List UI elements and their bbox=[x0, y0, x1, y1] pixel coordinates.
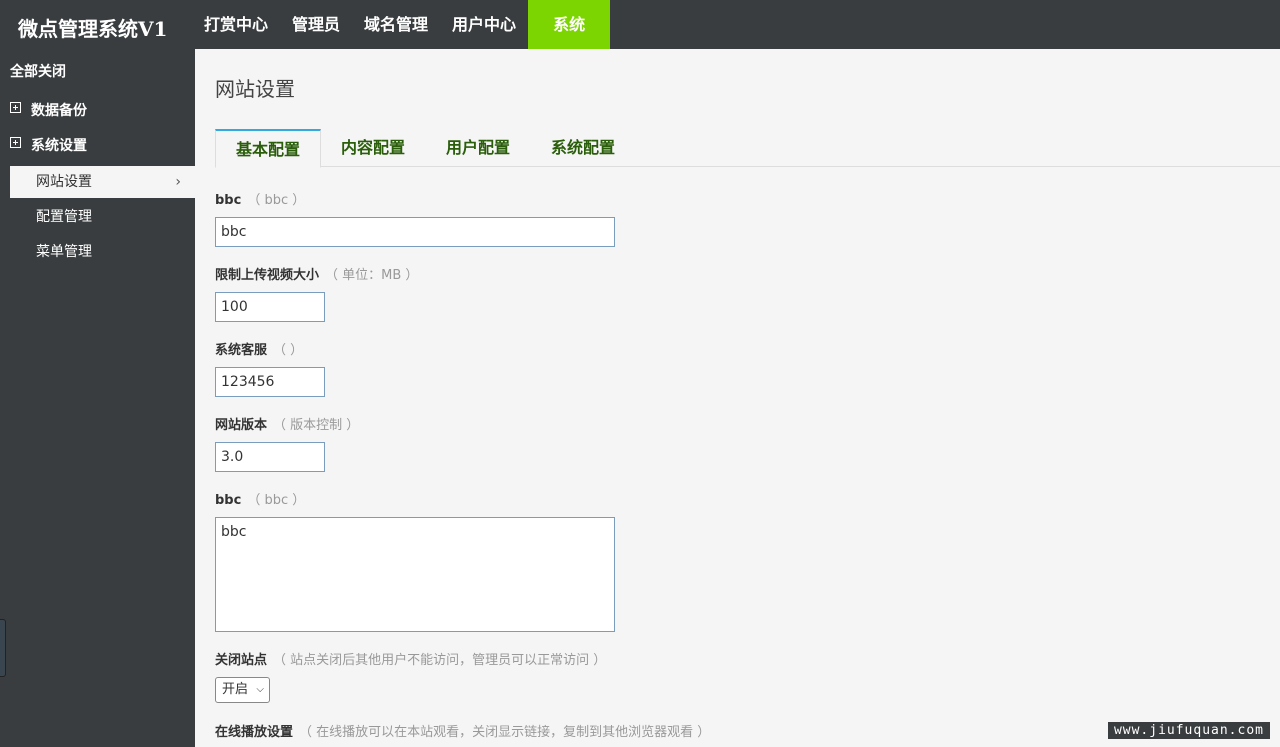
sidebar-item-menu-management[interactable]: 菜单管理 bbox=[10, 236, 195, 268]
sidebar-item-label: 菜单管理 bbox=[36, 244, 92, 260]
field-label-text: bbc bbox=[215, 193, 242, 208]
tab-user-config[interactable]: 用户配置 bbox=[446, 129, 510, 167]
sidebar-item-label: 网站设置 bbox=[36, 174, 92, 190]
nav-item-admins[interactable]: 管理员 bbox=[280, 0, 352, 49]
plus-box-icon bbox=[10, 101, 21, 113]
field-label-customer-service: 系统客服 （ ） bbox=[215, 339, 303, 358]
tab-basic-config[interactable]: 基本配置 bbox=[215, 129, 322, 168]
field-hint: （ bbc ） bbox=[247, 193, 306, 208]
field-label-text: bbc bbox=[215, 493, 242, 508]
field-hint: （ 版本控制 ） bbox=[273, 418, 360, 433]
field-label-text: 在线播放设置 bbox=[215, 725, 294, 740]
close-site-select[interactable]: 开启 ⌵ bbox=[215, 677, 270, 703]
nav-item-reward-center[interactable]: 打赏中心 bbox=[192, 0, 280, 49]
nav-item-user-center[interactable]: 用户中心 bbox=[440, 0, 528, 49]
brand-title: 微点管理系统V1 bbox=[18, 17, 168, 41]
sidebar-group-label: 数据备份 bbox=[31, 103, 87, 119]
field-label-text: 关闭站点 bbox=[215, 653, 268, 668]
field-label-bbc-text: bbc （ bbc ） bbox=[215, 489, 305, 508]
tab-system-config[interactable]: 系统配置 bbox=[551, 129, 615, 167]
field-hint: （ 站点关闭后其他用户不能访问，管理员可以正常访问 ） bbox=[273, 653, 607, 668]
sidebar-item-config-management[interactable]: 配置管理 bbox=[10, 201, 195, 233]
nav-item-domains[interactable]: 域名管理 bbox=[352, 0, 440, 49]
customer-service-input[interactable]: 123456 bbox=[215, 367, 325, 397]
field-hint: （ ） bbox=[273, 343, 304, 358]
main-content: 网站设置 基本配置 内容配置 用户配置 系统配置 bbc （ bbc ） bbc … bbox=[195, 49, 1280, 747]
select-value: 开启 bbox=[222, 682, 249, 697]
video-size-input[interactable]: 100 bbox=[215, 292, 325, 322]
page-title: 网站设置 bbox=[215, 77, 295, 101]
chevron-right-icon: › bbox=[175, 174, 181, 190]
plus-box-icon bbox=[10, 136, 21, 148]
sidebar-group-system-settings[interactable]: 系统设置 bbox=[10, 135, 87, 155]
nav-item-system[interactable]: 系统 bbox=[528, 0, 611, 49]
site-version-input[interactable]: 3.0 bbox=[215, 442, 325, 472]
field-label-video-size: 限制上传视频大小 （ 单位：MB ） bbox=[215, 264, 418, 283]
field-label-bbc: bbc （ bbc ） bbox=[215, 189, 305, 208]
watermark: www.jiufuquan.com bbox=[1107, 722, 1270, 739]
collapse-all-link[interactable]: 全部关闭 bbox=[10, 61, 66, 81]
field-label-online-play: 在线播放设置 （ 在线播放可以在本站观看，关闭显示链接，复制到其他浏览器观看 ） bbox=[215, 721, 710, 740]
field-hint: （ 在线播放可以在本站观看，关闭显示链接，复制到其他浏览器观看 ） bbox=[299, 725, 711, 740]
field-label-text: 网站版本 bbox=[215, 418, 268, 433]
sidebar-item-label: 配置管理 bbox=[36, 209, 92, 225]
field-label-close-site: 关闭站点 （ 站点关闭后其他用户不能访问，管理员可以正常访问 ） bbox=[215, 649, 606, 668]
bbc-input[interactable]: bbc bbox=[215, 217, 615, 247]
sidebar-group-label: 系统设置 bbox=[31, 138, 87, 154]
sidebar-group-data-backup[interactable]: 数据备份 bbox=[10, 100, 87, 120]
top-bar: 微点管理系统V1 打赏中心 管理员 域名管理 用户中心 系统 bbox=[0, 0, 1280, 49]
field-hint: （ 单位：MB ） bbox=[325, 268, 419, 283]
sidebar-item-site-settings[interactable]: 网站设置 › bbox=[10, 166, 195, 198]
top-nav: 打赏中心 管理员 域名管理 用户中心 系统 bbox=[192, 0, 611, 49]
sidebar: 全部关闭 数据备份 系统设置 网站设置 › 配置管理 菜单管理 bbox=[0, 49, 195, 747]
field-label-text: 限制上传视频大小 bbox=[215, 268, 320, 283]
field-hint: （ bbc ） bbox=[247, 493, 306, 508]
tab-content-config[interactable]: 内容配置 bbox=[341, 129, 405, 167]
side-handle[interactable] bbox=[0, 619, 6, 677]
settings-tabs: 基本配置 内容配置 用户配置 系统配置 bbox=[215, 129, 1280, 168]
field-label-site-version: 网站版本 （ 版本控制 ） bbox=[215, 414, 359, 433]
field-label-text: 系统客服 bbox=[215, 343, 268, 358]
chevron-down-icon: ⌵ bbox=[256, 684, 264, 695]
bbc-textarea[interactable]: bbc bbox=[215, 517, 615, 632]
